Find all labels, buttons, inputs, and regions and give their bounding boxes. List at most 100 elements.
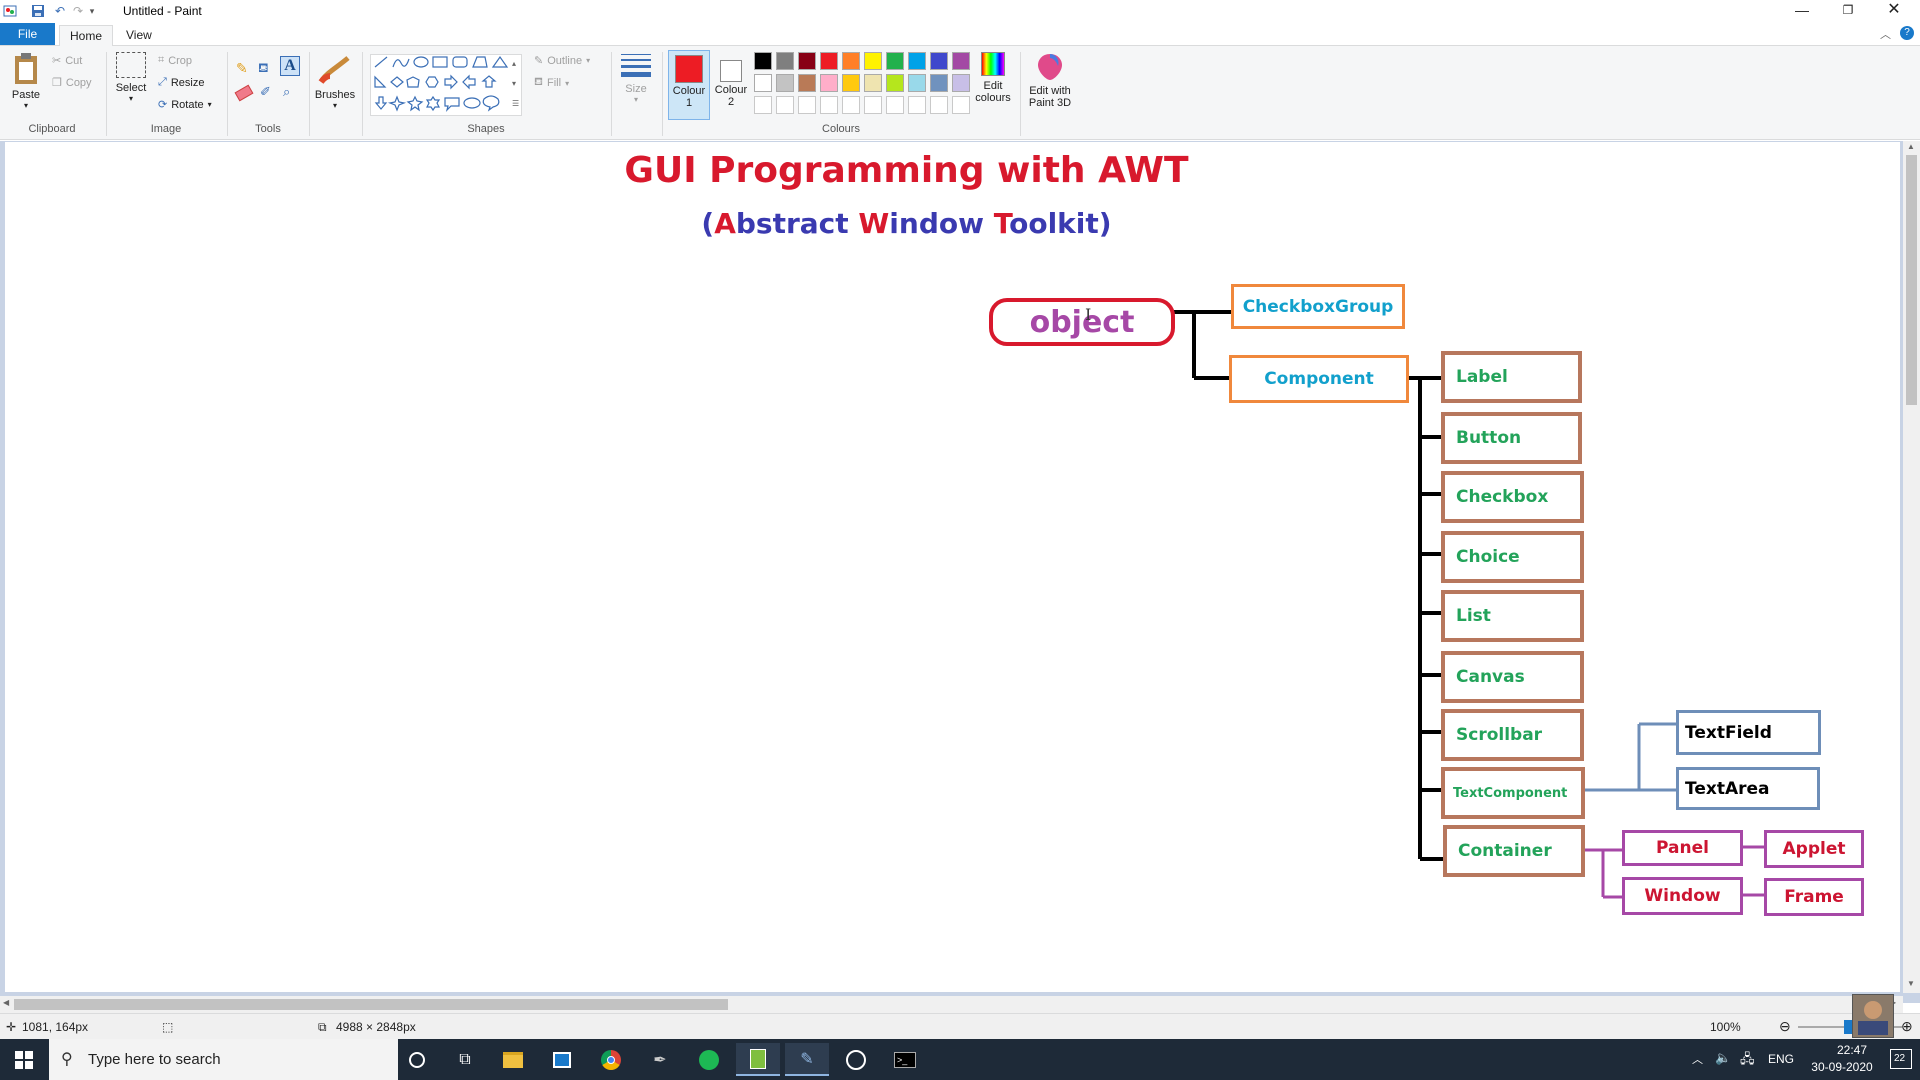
clock-time[interactable]: 22:47	[1820, 1043, 1884, 1057]
colour2-button[interactable]: Colour 2	[712, 50, 750, 120]
paint-app[interactable]: ✎	[785, 1043, 829, 1076]
colour1-swatch	[675, 55, 703, 83]
chrome-app[interactable]	[589, 1043, 633, 1076]
scroll-left-icon[interactable]: ◀	[3, 998, 9, 1007]
language-indicator[interactable]: ENG	[1768, 1052, 1794, 1066]
magnifier-icon[interactable]: ⌕	[283, 84, 290, 100]
edit-colours-button[interactable]: Edit colours	[970, 52, 1016, 104]
palette-custom-swatch[interactable]	[886, 96, 904, 114]
palette-swatch[interactable]	[952, 52, 970, 70]
zoom-slider-thumb[interactable]	[1844, 1020, 1852, 1034]
zoom-in-icon[interactable]: ⊕	[1901, 1018, 1913, 1035]
redo-icon[interactable]: ↷	[70, 3, 86, 19]
paste-button[interactable]: Paste ▾	[8, 52, 44, 110]
shapes-gallery[interactable]: ▴ ▾ ☰	[370, 54, 522, 116]
palette-custom-swatch[interactable]	[754, 96, 772, 114]
customize-qat-icon[interactable]: ▾	[86, 3, 98, 19]
palette-custom-swatch[interactable]	[820, 96, 838, 114]
copy-button[interactable]: ❐ Copy	[52, 76, 92, 90]
vertical-scrollbar[interactable]: ▲ ▼	[1903, 141, 1920, 993]
palette-swatch[interactable]	[754, 52, 772, 70]
palette-swatch[interactable]	[842, 74, 860, 92]
close-button[interactable]: ✕	[1871, 0, 1917, 22]
palette-custom-swatch[interactable]	[908, 96, 926, 114]
drawing-canvas[interactable]: GUI Programming with AWT (Abstract Windo…	[5, 142, 1900, 992]
palette-swatch[interactable]	[886, 52, 904, 70]
clock-date[interactable]: 30-09-2020	[1800, 1060, 1884, 1074]
select-button[interactable]: Select ▾	[113, 52, 149, 103]
scroll-down-icon[interactable]: ▼	[1907, 979, 1915, 988]
palette-swatch[interactable]	[930, 74, 948, 92]
horizontal-scroll-thumb[interactable]	[14, 999, 728, 1010]
palette-swatch[interactable]	[798, 74, 816, 92]
undo-icon[interactable]: ↶	[52, 3, 68, 19]
palette-swatch[interactable]	[820, 74, 838, 92]
task-view-button[interactable]: ⧉	[443, 1043, 487, 1076]
tab-view[interactable]: View	[116, 25, 162, 46]
palette-custom-swatch[interactable]	[930, 96, 948, 114]
spotify-app[interactable]	[687, 1043, 731, 1076]
file-explorer-app[interactable]	[491, 1043, 535, 1076]
store-app[interactable]	[540, 1043, 584, 1076]
palette-swatch[interactable]	[864, 52, 882, 70]
colour1-button[interactable]: Colour 1	[668, 50, 710, 120]
notepad-app[interactable]	[736, 1043, 780, 1076]
palette-custom-swatch[interactable]	[776, 96, 794, 114]
horizontal-scrollbar[interactable]: ◀ ▶	[0, 996, 1903, 1013]
palette-swatch[interactable]	[776, 52, 794, 70]
palette-swatch[interactable]	[908, 52, 926, 70]
tab-file[interactable]: File	[0, 23, 55, 45]
palette-custom-swatch[interactable]	[952, 96, 970, 114]
palette-custom-swatch[interactable]	[798, 96, 816, 114]
save-icon[interactable]	[30, 3, 46, 19]
rotate-button[interactable]: ⟳ Rotate ▾	[158, 98, 212, 112]
vertical-scroll-thumb[interactable]	[1906, 155, 1917, 405]
palette-custom-swatch[interactable]	[842, 96, 860, 114]
palette-swatch[interactable]	[864, 74, 882, 92]
palette-swatch[interactable]	[754, 74, 772, 92]
restore-button[interactable]: ❐	[1825, 0, 1871, 22]
palette-swatch[interactable]	[886, 74, 904, 92]
rotate-icon: ⟳	[158, 99, 168, 111]
palette-swatch[interactable]	[776, 74, 794, 92]
tab-home[interactable]: Home	[59, 25, 114, 48]
editor-app[interactable]: ✒	[638, 1043, 682, 1076]
palette-swatch[interactable]	[820, 52, 838, 70]
fill-button[interactable]: ⛾ Fill ▾	[534, 76, 569, 90]
size-button[interactable]: Size ▾	[616, 54, 656, 104]
volume-icon[interactable]: 🔈	[1715, 1050, 1731, 1066]
color-picker-icon[interactable]: ✐	[260, 84, 271, 100]
text-tool-icon[interactable]: A	[280, 56, 300, 76]
brushes-button[interactable]: Brushes ▾	[313, 52, 357, 110]
edit-with-paint3d-button[interactable]: Edit with Paint 3D	[1024, 52, 1076, 109]
tray-overflow-icon[interactable]: ︿	[1692, 1051, 1703, 1067]
zoom-out-icon[interactable]: ⊖	[1779, 1018, 1791, 1035]
cortana-button[interactable]	[395, 1043, 439, 1076]
start-button[interactable]	[2, 1043, 46, 1076]
palette-swatch[interactable]	[930, 52, 948, 70]
help-icon[interactable]: ?	[1900, 26, 1914, 40]
palette-custom-swatch[interactable]	[864, 96, 882, 114]
crop-button[interactable]: ⌗ Crop	[158, 54, 192, 67]
resize-button[interactable]: ⤢ Resize	[158, 76, 204, 89]
notifications-button[interactable]: 22	[1890, 1049, 1912, 1069]
cut-button[interactable]: ✂ Cut	[52, 54, 82, 68]
palette-swatch[interactable]	[842, 52, 860, 70]
collapse-ribbon-icon[interactable]: ︿	[1880, 26, 1891, 42]
pencil-icon[interactable]: ✎	[236, 60, 248, 77]
obs-app[interactable]	[834, 1043, 878, 1076]
palette-swatch[interactable]	[908, 74, 926, 92]
network-icon[interactable]: 🖧	[1740, 1050, 1755, 1072]
terminal-app[interactable]: >_	[883, 1043, 927, 1076]
palette-swatch[interactable]	[798, 52, 816, 70]
outline-button[interactable]: ✎ Outline ▾	[534, 54, 590, 68]
taskbar-search[interactable]: ⚲ Type here to search	[49, 1039, 398, 1080]
minimize-button[interactable]: —	[1779, 0, 1825, 22]
crop-icon: ⌗	[158, 54, 165, 66]
status-bar: ✛ 1081, 164px ⬚ ⧉ 4988 × 2848px 100% ⊖ ⊕	[0, 994, 1920, 1039]
fill-bucket-icon[interactable]: ⛾	[258, 60, 269, 78]
scroll-up-icon[interactable]: ▲	[1907, 142, 1915, 151]
palette-swatch[interactable]	[952, 74, 970, 92]
pen-tool-icon: ✒	[653, 1051, 667, 1069]
eraser-icon[interactable]	[234, 84, 254, 102]
